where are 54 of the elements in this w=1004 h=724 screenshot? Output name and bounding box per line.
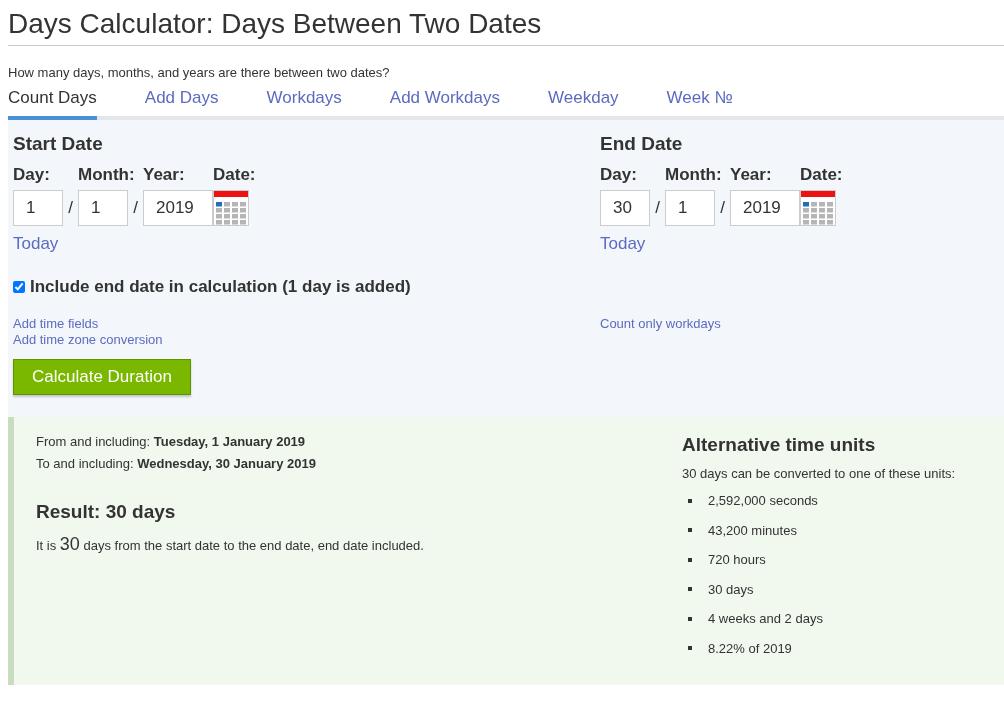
tab[interactable]: Add Workdays: [389, 87, 501, 120]
unit-item: 720 hours: [708, 551, 766, 569]
calendar-icon[interactable]: [213, 190, 249, 226]
today-link[interactable]: Today: [600, 232, 646, 256]
field-label: Date:: [800, 164, 843, 186]
bullet-icon: [688, 498, 692, 503]
tab[interactable]: Workdays: [266, 87, 342, 120]
section-heading: Start Date: [13, 132, 104, 156]
from-line: From and including: Tuesday, 1 January 2019: [36, 433, 307, 451]
result-sentence: It is 30 days from the start date to the end date, end date included.: [36, 534, 425, 556]
date-separator: /: [654, 197, 661, 220]
unit-item: 30 days: [708, 580, 754, 599]
tab[interactable]: Weekday: [548, 87, 619, 120]
date-separator: /: [719, 197, 726, 220]
units-intro: 30 days can be converted to one of these units:: [682, 465, 956, 483]
bullet-icon: [688, 616, 692, 621]
bullet-icon: [688, 528, 692, 533]
bullet-icon: [688, 557, 692, 562]
include-end-checkbox[interactable]: [13, 281, 25, 293]
field-label: Day:: [600, 164, 638, 186]
bullet-icon: [688, 646, 692, 651]
page-title: Days Calculator: Days Between Two Dates: [8, 7, 543, 41]
field-label: Year:: [143, 164, 186, 186]
unit-item: 8.22% of 2019: [708, 639, 792, 658]
today-link[interactable]: Today: [13, 232, 59, 256]
section-heading: Alternative time units: [682, 433, 877, 457]
year-input[interactable]: 2019: [730, 190, 800, 226]
year-input[interactable]: 2019: [143, 190, 213, 226]
unit-item: 4 weeks and 2 days: [708, 610, 823, 628]
page-subtitle: How many days, months, and years are there between two dates?: [8, 65, 391, 81]
field-label: Month:: [665, 164, 723, 186]
field-label: Date:: [213, 164, 256, 186]
option-link[interactable]: Add time zone conversion: [13, 332, 163, 348]
calendar-icon[interactable]: [800, 190, 836, 226]
unit-item: 2,592,000 seconds: [708, 492, 818, 510]
unit-item: 43,200 minutes: [708, 521, 797, 540]
month-input[interactable]: 1: [665, 190, 715, 226]
section-heading: End Date: [600, 132, 684, 156]
day-input[interactable]: 30: [600, 190, 650, 226]
option-link[interactable]: Add time fields: [13, 316, 99, 332]
field-label: Day:: [13, 164, 51, 186]
date-separator: /: [67, 197, 74, 220]
day-input[interactable]: 1: [13, 190, 63, 226]
result-heading: Result: 30 days: [36, 500, 177, 524]
field-label: Year:: [730, 164, 773, 186]
date-separator: /: [132, 197, 139, 220]
month-input[interactable]: 1: [78, 190, 128, 226]
tab[interactable]: Add Days: [144, 87, 219, 120]
tab[interactable]: Week №: [666, 87, 733, 120]
to-line: To and including: Wednesday, 30 January 2019: [36, 455, 317, 473]
bullet-icon: [688, 587, 692, 592]
checkbox-label: Include end date in calculation (1 day is added): [30, 276, 411, 298]
field-label: Month:: [78, 164, 136, 186]
option-link[interactable]: Count only workdays: [600, 316, 721, 332]
